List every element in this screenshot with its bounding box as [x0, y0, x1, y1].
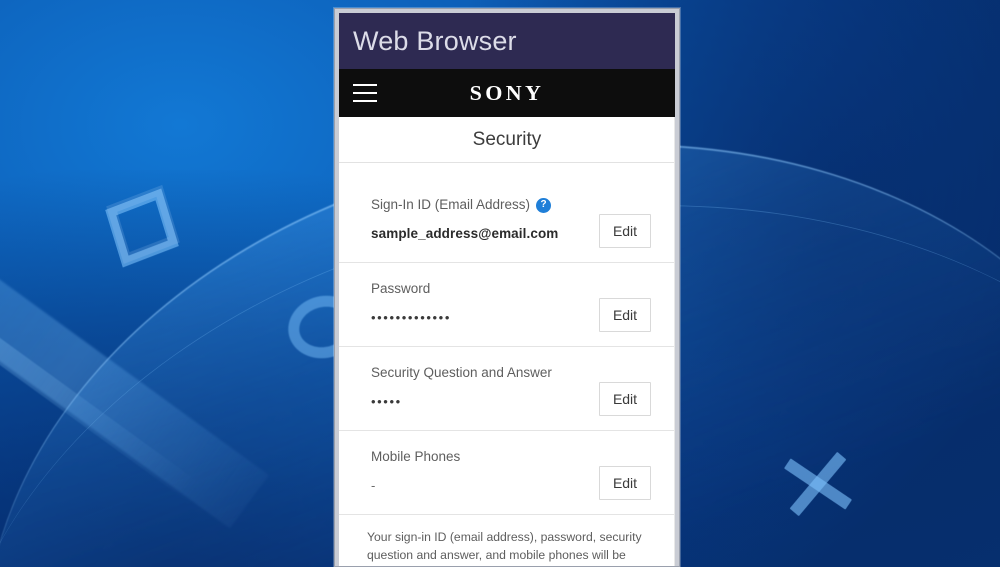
setting-label: Sign-In ID (Email Address): [371, 197, 531, 212]
sony-logo[interactable]: SONY: [339, 81, 675, 106]
playstation-cross-icon: [777, 443, 858, 524]
setting-row-security-question: Security Question and Answer ••••• Edit: [339, 347, 675, 431]
help-icon[interactable]: ?: [536, 197, 552, 213]
setting-label-wrapper: Password: [371, 281, 661, 297]
setting-row-mobile-phones: Mobile Phones - Edit: [339, 431, 675, 515]
page-title-bar: Security: [339, 117, 675, 163]
window-title-bar: Web Browser: [339, 13, 675, 69]
site-header: SONY: [339, 69, 675, 117]
setting-label-wrapper: Sign-In ID (Email Address) ?: [371, 197, 661, 213]
page-title: Security: [472, 128, 542, 150]
page-viewport: SONY Security Sign-In ID (Email Address)…: [339, 69, 675, 566]
edit-button-security-question[interactable]: Edit: [599, 382, 651, 416]
settings-list: Sign-In ID (Email Address) ? sample_addr…: [339, 163, 675, 515]
desktop-background: Web Browser SONY Security Sign-In ID (Em…: [0, 0, 1000, 567]
edit-button-password[interactable]: Edit: [599, 298, 651, 332]
setting-row-password: Password ••••••••••••• Edit: [339, 263, 675, 347]
edit-button-mobile-phones[interactable]: Edit: [599, 466, 651, 500]
setting-row-signin-id: Sign-In ID (Email Address) ? sample_addr…: [339, 163, 675, 263]
browser-window: Web Browser SONY Security Sign-In ID (Em…: [334, 8, 680, 567]
edit-button-signin-id[interactable]: Edit: [599, 214, 651, 248]
setting-label-wrapper: Mobile Phones: [371, 449, 661, 465]
setting-label-wrapper: Security Question and Answer: [371, 365, 661, 381]
footer-note: Your sign-in ID (email address), passwor…: [367, 530, 642, 566]
setting-label: Security Question and Answer: [371, 365, 552, 380]
setting-label: Mobile Phones: [371, 449, 461, 464]
setting-label: Password: [371, 281, 431, 296]
window-title: Web Browser: [353, 25, 517, 56]
